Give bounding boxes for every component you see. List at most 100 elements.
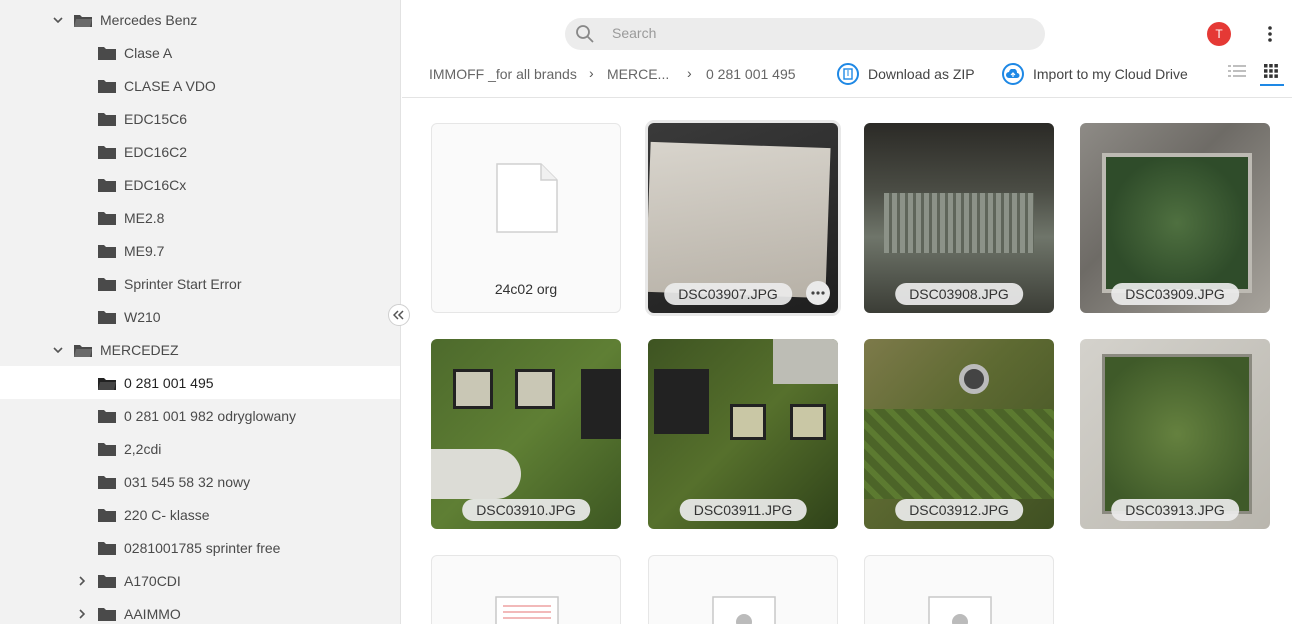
breadcrumb-separator-icon: › [687,65,692,81]
search-bar[interactable] [565,18,1045,50]
folder-icon [98,178,116,192]
housing-photo [773,339,838,384]
tree-item-0-281-001-495[interactable]: 0 281 001 495 [0,366,400,399]
folder-open-icon [74,344,92,357]
file-actions-button[interactable] [806,281,830,305]
import-cloud-drive-label: Import to my Cloud Drive [1033,66,1188,82]
tree-item-sprinter-start-error[interactable]: Sprinter Start Error [0,267,400,300]
breadcrumb-current: 0 281 001 495 [706,66,796,82]
tree-item-031-545-58-32[interactable]: 031 545 58 32 nowy [0,465,400,498]
folder-icon [98,409,116,423]
tree-item-clase-a-vdo[interactable]: CLASE A VDO [0,69,400,102]
tree-item-label: AAIMMO [124,605,181,622]
chevron-down-icon[interactable] [52,344,64,356]
main-panel: T IMMOFF _for all brands › MERCE... › 0 … [402,0,1292,624]
search-icon [576,25,594,43]
tree-item-edc15c6[interactable]: EDC15C6 [0,102,400,135]
tree-item-220-c-klasse[interactable]: 220 C- klasse [0,498,400,531]
circuit-board-photo [1102,354,1252,514]
file-card-dsc03910[interactable]: DSC03910.JPG [431,339,621,529]
tree-item-label: ME2.8 [124,209,165,226]
folder-icon [98,442,116,456]
tree-item-label: EDC15C6 [124,110,188,127]
tree-item-mercedez[interactable]: MERCEDEZ [0,333,400,366]
tree-item-label: Mercedes Benz [100,11,198,28]
tree-item-label: Clase A [124,44,173,61]
collapse-sidebar-button[interactable] [388,304,410,326]
file-card-text-document[interactable] [431,555,621,624]
tree-item-label: A170CDI [124,572,181,589]
chevron-down-icon[interactable] [52,14,64,26]
tree-item-2-2cdi[interactable]: 2,2cdi [0,432,400,465]
file-card-dsc03911[interactable]: DSC03911.JPG [648,339,838,529]
list-view-icon[interactable] [1228,64,1246,78]
import-cloud-drive-button[interactable]: Import to my Cloud Drive [1002,63,1188,85]
eeprom-chip-photo [730,404,766,440]
tree-item-label: ME9.7 [124,242,165,259]
file-card-dsc03907[interactable]: DSC03907.JPG [648,123,838,313]
connector-pins-photo [884,193,1034,253]
screw-photo [959,364,989,394]
folder-icon [98,145,116,159]
search-input[interactable] [612,25,1012,41]
processor-chip-photo [654,369,709,434]
folder-icon [98,541,116,555]
tree-item-aaimmo[interactable]: AAIMMO [0,597,400,624]
file-name: DSC03907.JPG [664,283,792,305]
tree-item-0-281-001-982[interactable]: 0 281 001 982 odryglowany [0,399,400,432]
file-card-settings-file[interactable] [648,555,838,624]
folder-icon [98,475,116,489]
zip-file-icon [837,63,859,85]
tree-item-label: 0281001785 sprinter free [124,539,281,556]
file-name: DSC03908.JPG [895,283,1023,305]
tree-item-label: 2,2cdi [124,440,162,457]
active-view-indicator [1260,84,1284,86]
folder-icon [98,607,116,621]
file-card-settings-file[interactable] [864,555,1054,624]
ecu-label-photo [648,141,831,299]
folder-icon [98,574,116,588]
tree-item-edc16cx[interactable]: EDC16Cx [0,168,400,201]
housing-photo [431,449,521,499]
folder-icon [98,79,116,93]
user-avatar[interactable]: T [1207,22,1231,46]
file-card-24c02-org[interactable]: 24c02 org [431,123,621,313]
grid-view-icon[interactable] [1264,64,1278,78]
circuit-board-photo [1102,153,1252,293]
tree-item-label: 220 C- klasse [124,506,210,523]
tree-item-w210[interactable]: W210 [0,300,400,333]
file-name: 24c02 org [494,281,558,297]
folder-icon [98,508,116,522]
breadcrumb-separator-icon: › [589,65,594,81]
processor-chip-photo [581,369,621,439]
file-card-dsc03913[interactable]: DSC03913.JPG [1080,339,1270,529]
toolbar: IMMOFF _for all brands › MERCE... › 0 28… [402,56,1292,98]
chevron-right-icon[interactable] [76,608,88,620]
cloud-upload-icon [1002,63,1024,85]
file-name: DSC03913.JPG [1111,499,1239,521]
chevron-right-icon[interactable] [76,575,88,587]
sidebar-folder-tree: Mercedes Benz Clase A CLASE A VDO EDC15C… [0,0,401,624]
eeprom-chip-photo [515,369,555,409]
tree-item-me9-7[interactable]: ME9.7 [0,234,400,267]
tree-item-a170cdi[interactable]: A170CDI [0,564,400,597]
tree-item-clase-a[interactable]: Clase A [0,36,400,69]
folder-icon [98,211,116,225]
tree-item-edc16c2[interactable]: EDC16C2 [0,135,400,168]
eeprom-chip-photo [790,404,826,440]
tree-item-label: MERCEDEZ [100,341,179,358]
tree-item-label: 0 281 001 495 [124,374,214,391]
file-card-dsc03908[interactable]: DSC03908.JPG [864,123,1054,313]
folder-icon [98,112,116,126]
tree-item-0281001785[interactable]: 0281001785 sprinter free [0,531,400,564]
download-zip-button[interactable]: Download as ZIP [837,63,975,85]
tree-item-me2-8[interactable]: ME2.8 [0,201,400,234]
double-chevron-left-icon [393,310,404,320]
tree-item-mercedes-benz[interactable]: Mercedes Benz [0,3,400,36]
download-zip-label: Download as ZIP [868,66,975,82]
file-card-dsc03912[interactable]: DSC03912.JPG [864,339,1054,529]
file-card-dsc03909[interactable]: DSC03909.JPG [1080,123,1270,313]
breadcrumb-parent[interactable]: MERCE... [607,66,669,82]
more-options-icon[interactable] [1262,24,1278,44]
breadcrumb-root[interactable]: IMMOFF _for all brands [429,66,577,82]
